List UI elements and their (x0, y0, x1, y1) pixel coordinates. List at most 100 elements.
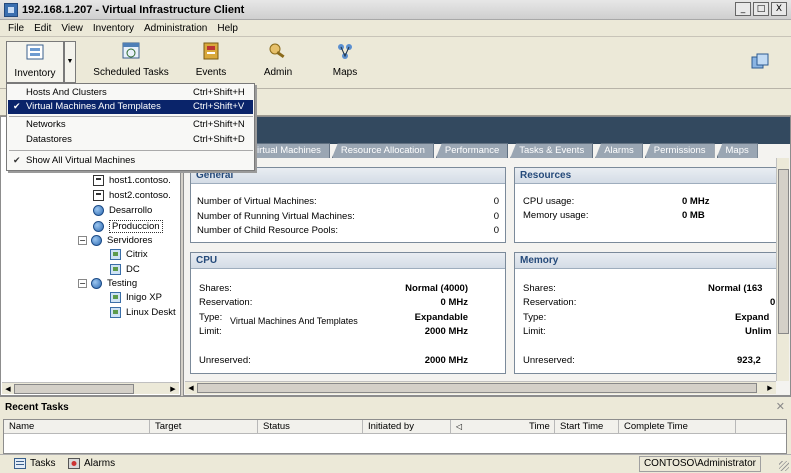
menu-item-shortcut: Ctrl+Shift+V (193, 101, 245, 112)
content-horizontal-scrollbar[interactable]: ◀ ▶ (185, 381, 776, 394)
tab-strip: irtual Machines Resource Allocation Perf… (248, 143, 760, 158)
scroll-thumb[interactable] (14, 384, 134, 394)
scheduled-tasks-label: Scheduled Tasks (93, 67, 169, 78)
tab-permissions[interactable]: Permissions (644, 143, 715, 158)
inventory-label: Inventory (14, 68, 56, 79)
admin-icon (269, 43, 285, 59)
column-header-time[interactable]: ◁ Time (451, 420, 555, 434)
client-icon[interactable] (751, 53, 769, 71)
menu-item-shortcut: Ctrl+Shift+H (193, 87, 245, 98)
tab-tasks-events[interactable]: Tasks & Events (510, 143, 594, 158)
tab-virtual-machines[interactable]: irtual Machines (248, 143, 330, 158)
column-header-target[interactable]: Target (150, 420, 258, 434)
memory-label: Shares: (523, 283, 556, 294)
checkmark-icon: ✔ (13, 156, 21, 166)
resources-title: Resources (515, 168, 777, 184)
tree-desarrollo[interactable]: Desarrollo (93, 205, 152, 216)
scroll-thumb[interactable] (778, 169, 789, 334)
recent-tasks-table: Name Target Status Initiated by ◁ Time S… (3, 419, 787, 454)
scheduled-tasks-button[interactable]: Scheduled Tasks (92, 41, 170, 78)
column-header-start-time[interactable]: Start Time (555, 420, 619, 434)
maps-button[interactable]: Maps (330, 41, 360, 78)
menu-edit[interactable]: Edit (29, 23, 56, 34)
column-header-complete-time[interactable]: Complete Time (619, 420, 736, 434)
tree-dc[interactable]: DC (110, 264, 140, 275)
inventory-dropdown-menu: Hosts And Clusters Ctrl+Shift+H ✔ Virtua… (6, 83, 255, 171)
menu-inventory[interactable]: Inventory (88, 23, 139, 34)
menu-item-vms-and-templates[interactable]: ✔ Virtual Machines And Templates Ctrl+Sh… (8, 100, 253, 114)
memory-value: Unlim (745, 326, 772, 337)
menu-item-networks[interactable]: Networks Ctrl+Shift+N (8, 118, 253, 132)
memory-value: Normal (163 (708, 283, 763, 294)
menu-separator (9, 116, 253, 117)
menu-item-hosts-and-clusters[interactable]: Hosts And Clusters Ctrl+Shift+H (8, 86, 253, 100)
tree-label: DC (126, 264, 140, 275)
column-header-initiated-by[interactable]: Initiated by (363, 420, 451, 434)
resources-label: Memory usage: (523, 210, 589, 221)
close-icon[interactable]: ✕ (776, 400, 785, 413)
alarms-status-button[interactable]: Alarms (68, 458, 115, 469)
menu-view[interactable]: View (56, 23, 88, 34)
menu-item-label: Hosts And Clusters (26, 87, 107, 98)
tree-testing[interactable]: − Testing (78, 278, 137, 289)
cpu-label: Type: (199, 312, 223, 323)
minimize-button[interactable]: _ (735, 2, 751, 16)
scroll-right-icon[interactable]: ▶ (168, 384, 178, 394)
window-title: 192.168.1.207 - Virtual Infrastructure C… (22, 3, 245, 16)
general-value: 0 (493, 225, 499, 236)
collapse-icon[interactable]: − (78, 279, 87, 288)
tasks-icon (14, 458, 26, 469)
menu-item-show-all-vms[interactable]: ✔ Show All Virtual Machines (8, 154, 253, 168)
tree-horizontal-scrollbar[interactable]: ◀ ▶ (2, 382, 179, 394)
tab-alarms[interactable]: Alarms (595, 143, 643, 158)
vm-icon (110, 292, 121, 303)
inventory-button[interactable]: Inventory (6, 41, 64, 83)
menu-administration[interactable]: Administration (139, 23, 212, 34)
inventory-dropdown-arrow[interactable]: ▼ (64, 41, 76, 83)
close-button[interactable]: X (771, 2, 787, 16)
column-header-label: Time (529, 421, 550, 432)
tree-host1[interactable]: host1.contoso. (93, 175, 171, 186)
general-panel: General Number of Virtual Machines: 0 Nu… (190, 167, 506, 243)
tree-servidores[interactable]: − Servidores (78, 235, 152, 246)
maximize-button[interactable]: □ (753, 2, 769, 16)
maps-label: Maps (332, 67, 358, 78)
menu-item-label: Show All Virtual Machines (26, 155, 136, 166)
tree-host2[interactable]: host2.contoso. (93, 190, 171, 201)
cpu-label: Unreserved: (199, 355, 251, 366)
events-label: Events (195, 67, 227, 78)
menu-file[interactable]: File (3, 23, 29, 34)
host-icon (93, 190, 104, 201)
admin-button[interactable]: Admin (262, 41, 294, 78)
scroll-right-icon[interactable]: ▶ (765, 383, 775, 393)
general-label: Number of Virtual Machines: (197, 196, 317, 207)
column-header-status[interactable]: Status (258, 420, 363, 434)
scroll-thumb[interactable] (197, 383, 757, 393)
memory-panel: Memory Shares: Normal (163 Reservation: … (514, 252, 778, 374)
resource-pool-icon (91, 235, 102, 246)
collapse-icon[interactable]: − (78, 236, 87, 245)
cpu-value: 2000 MHz (424, 355, 468, 366)
tree-linux-desktop[interactable]: Linux Deskt (110, 307, 176, 318)
tab-maps[interactable]: Maps (716, 143, 758, 158)
tasks-status-button[interactable]: Tasks (14, 458, 56, 469)
tooltip: Virtual Machines And Templates (230, 316, 358, 326)
resize-grip-icon[interactable] (779, 461, 789, 471)
scroll-left-icon[interactable]: ◀ (3, 384, 13, 394)
tree-citrix[interactable]: Citrix (110, 249, 148, 260)
menu-help[interactable]: Help (212, 23, 243, 34)
tab-performance[interactable]: Performance (435, 143, 509, 158)
content-vertical-scrollbar[interactable] (776, 158, 789, 381)
tree-label-selected: Produccion (109, 220, 163, 233)
events-button[interactable]: Events (193, 41, 229, 78)
scroll-left-icon[interactable]: ◀ (186, 383, 196, 393)
tree-produccion[interactable]: Produccion (93, 220, 163, 233)
memory-label: Unreserved: (523, 355, 575, 366)
column-header-name[interactable]: Name (4, 420, 150, 434)
menu-item-datastores[interactable]: Datastores Ctrl+Shift+D (8, 133, 253, 147)
tab-resource-allocation[interactable]: Resource Allocation (331, 143, 434, 158)
content-pane: irtual Machines Resource Allocation Perf… (183, 116, 791, 396)
cpu-panel: CPU Shares: Normal (4000) Reservation: 0… (190, 252, 506, 374)
tree-inigo-xp[interactable]: Inigo XP (110, 292, 162, 303)
host-icon (93, 175, 104, 186)
